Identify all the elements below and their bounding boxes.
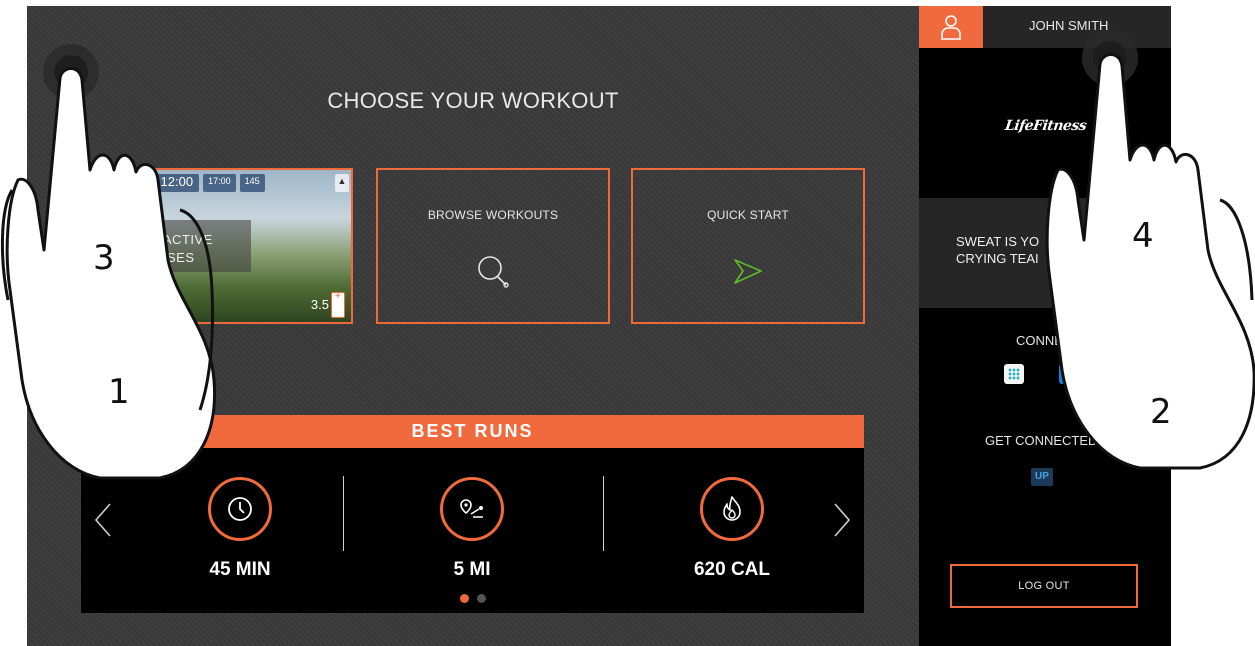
user-button[interactable] bbox=[919, 6, 983, 48]
collapse-icon: ▲ bbox=[335, 174, 349, 192]
best-runs-header: BEST RUNS bbox=[81, 415, 864, 448]
connected-app-icon[interactable] bbox=[1059, 364, 1079, 384]
annotation-4: 4 bbox=[1132, 216, 1154, 256]
run-icon-circle bbox=[208, 477, 272, 541]
chevron-right-icon[interactable] bbox=[832, 502, 852, 538]
run-value: 620 CAL bbox=[693, 559, 771, 580]
annotation-3: 3 bbox=[93, 238, 115, 278]
search-icon bbox=[478, 256, 509, 288]
page-dot-active[interactable] bbox=[459, 594, 469, 603]
logout-button[interactable]: LOG OUT bbox=[950, 564, 1138, 608]
connected-label: CONNEC bbox=[1016, 333, 1073, 348]
brand-logo: LifeFitness bbox=[1003, 118, 1088, 134]
up-app-icon[interactable]: UP bbox=[1031, 468, 1053, 486]
page-title: CHOOSE YOUR WORKOUT bbox=[327, 88, 619, 113]
get-connected-label: GET CONNECTED bbox=[985, 433, 1098, 448]
sidebar: JOHN SMITH LifeFitness SWEAT IS YO CRYIN… bbox=[919, 6, 1171, 646]
speed-value: 3.5 bbox=[310, 297, 329, 312]
quick-start-label: QUICK START bbox=[707, 208, 789, 222]
stats-bar: 1.35 12:00 17:00 145 ▲ bbox=[123, 174, 349, 192]
stat-time: 12:00 bbox=[154, 174, 200, 192]
page-dot[interactable] bbox=[476, 594, 486, 603]
interactive-label-line2: IRSES bbox=[153, 250, 195, 265]
best-runs-panel: 45 MIN 5 MI 620 CAL bbox=[81, 448, 864, 613]
user-name: JOHN SMITH bbox=[1029, 18, 1109, 33]
stat-heart-rate: 145 bbox=[239, 174, 265, 192]
chevron-left-icon[interactable] bbox=[93, 502, 113, 538]
stat-distance: 1.35 bbox=[123, 174, 151, 192]
speed-control bbox=[331, 291, 345, 318]
interactive-courses-tile[interactable]: 1.35 12:00 17:00 145 ▲ RACTIVE IRSES 3.5 bbox=[119, 168, 353, 324]
route-icon bbox=[460, 499, 483, 518]
run-icon-circle bbox=[700, 477, 764, 541]
quote-line1: SWEAT IS YO bbox=[956, 234, 1040, 249]
workout-screen: CHOOSE YOUR WORKOUT 1.35 12:00 17:00 145… bbox=[27, 6, 919, 646]
flame-icon bbox=[723, 496, 741, 521]
play-icon bbox=[734, 259, 762, 284]
stat-remaining: 17:00 bbox=[203, 174, 236, 192]
divider bbox=[603, 476, 604, 551]
browse-workouts-label: BROWSE WORKOUTS bbox=[427, 208, 559, 222]
run-icon-circle bbox=[440, 477, 504, 541]
browse-workouts-tile[interactable]: BROWSE WORKOUTS bbox=[376, 168, 610, 324]
page-indicator bbox=[459, 594, 486, 603]
user-header: JOHN SMITH bbox=[919, 6, 1171, 48]
run-value: 5 MI bbox=[453, 559, 491, 580]
divider bbox=[343, 476, 344, 551]
annotation-1: 1 bbox=[108, 372, 130, 412]
user-icon bbox=[941, 15, 961, 40]
clock-icon bbox=[228, 497, 252, 521]
interactive-label-line1: RACTIVE bbox=[153, 232, 213, 247]
fitbit-app-icon[interactable] bbox=[1004, 364, 1024, 384]
run-value: 45 MIN bbox=[209, 559, 271, 580]
quick-start-tile[interactable]: QUICK START bbox=[631, 168, 865, 324]
quote-line2: CRYING TEAI bbox=[956, 251, 1039, 266]
annotation-2: 2 bbox=[1150, 392, 1172, 432]
